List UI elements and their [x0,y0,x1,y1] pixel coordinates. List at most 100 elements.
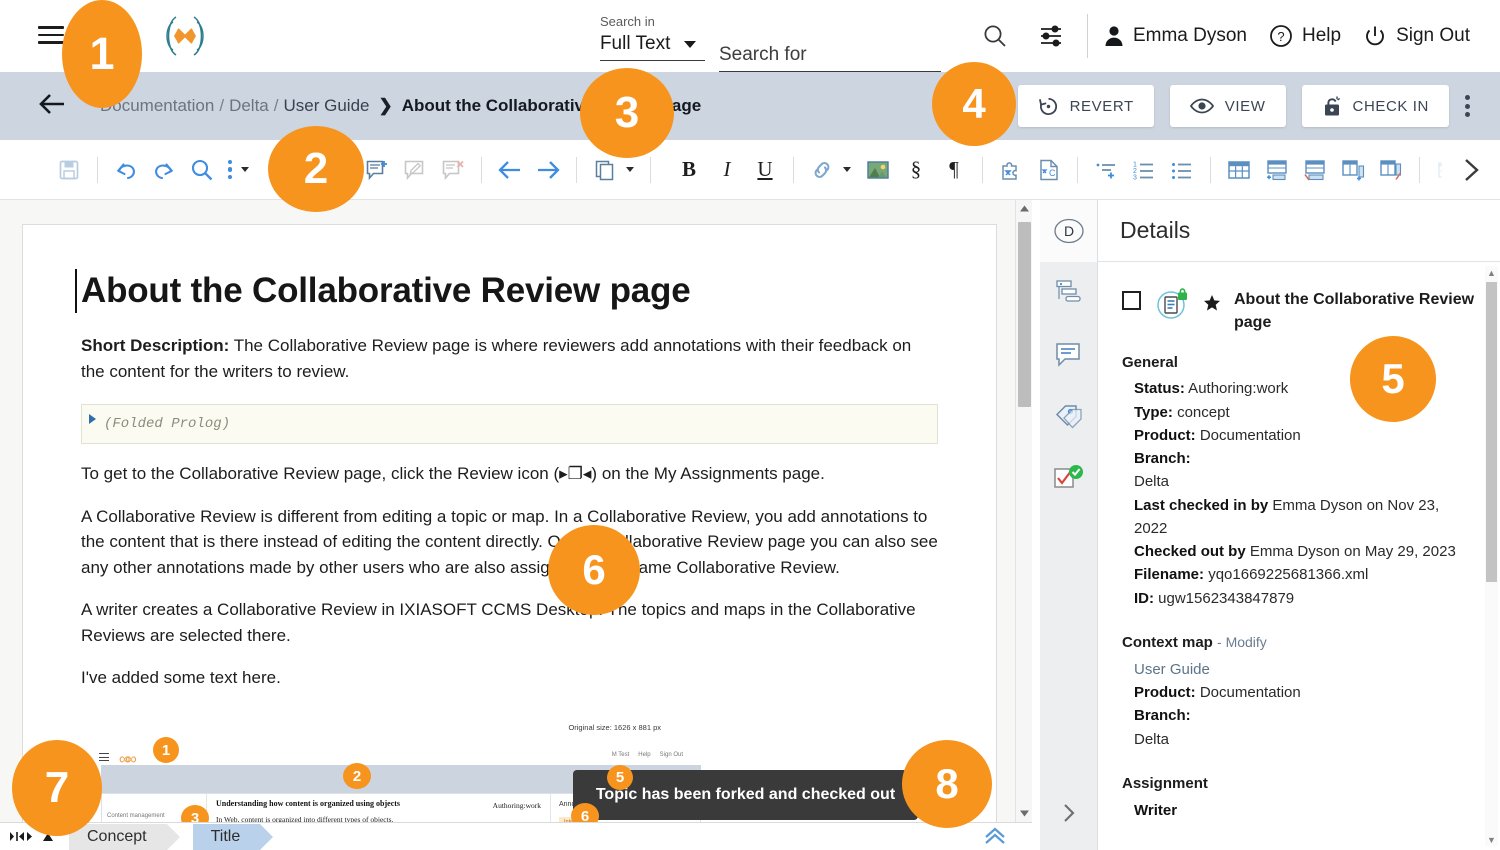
svg-text:?: ? [1277,29,1284,44]
details-id-value: ugw1562343847879 [1154,589,1295,607]
context-map-product-label: Product: [1134,684,1196,702]
insert-table-icon[interactable] [1220,151,1258,189]
search-input[interactable] [718,44,941,72]
document-page[interactable]: About the Collaborative Review page Shor… [22,224,997,822]
insert-image-icon[interactable] [859,151,897,189]
rail-item-outline[interactable] [1040,262,1097,324]
more-options-icon[interactable] [221,151,239,189]
details-panel: Details About the Collaborative Review p… [1098,200,1500,850]
view-button[interactable]: VIEW [1169,85,1286,127]
rail-item-tasks[interactable] [1040,448,1097,510]
definition-list-icon[interactable] [1087,151,1125,189]
details-scroll-down-icon[interactable]: ▼ [1485,833,1498,846]
chevron-right-icon: ❯ [378,96,393,115]
eye-icon [1189,98,1214,114]
rail-expand-button[interactable] [1040,802,1098,824]
undo-icon[interactable] [107,151,145,189]
double-chevron-up-icon[interactable] [982,826,1008,850]
link-dropdown-icon[interactable] [843,167,851,172]
editor-scroll-thumb[interactable] [1018,222,1031,407]
element-nav-icon[interactable] [8,829,34,845]
callout-badge-1: 1 [62,0,142,108]
underline-icon[interactable]: U [746,151,784,189]
details-field-id: ID: ugw1562343847879 [1134,587,1476,610]
next-icon[interactable] [529,151,567,189]
details-scroll-up-icon[interactable]: ▲ [1485,266,1498,279]
toolbar-expand-button[interactable] [1442,140,1500,199]
kebab-menu-icon[interactable] [1465,95,1470,117]
embedded-doc-heading: Understanding how content is organized u… [216,799,401,808]
help-button[interactable]: ? Help [1269,24,1341,48]
rail-item-comments[interactable] [1040,324,1097,386]
context-map-modify-link[interactable]: - Modify [1217,634,1267,650]
ixiasoft-logo-icon[interactable] [162,13,208,59]
details-field-last-checked-in: Last checked in by Emma Dyson on Nov 23,… [1134,494,1476,541]
insert-element-icon[interactable] [992,151,1030,189]
details-field-product-label: Product: [1134,426,1196,444]
filter-settings-icon[interactable] [1031,16,1071,56]
document-paragraph-4: I've added some text here. [81,668,281,688]
conref-icon[interactable]: C [1030,151,1068,189]
details-field-branch: Branch: [1134,447,1476,470]
scroll-up-arrow-icon[interactable] [1016,200,1032,217]
editor-scrollbar[interactable] [1015,200,1032,822]
checkbox-unchecked-icon[interactable] [1122,291,1141,310]
save-icon[interactable] [50,151,88,189]
breadcrumb-item-user-guide[interactable]: User Guide [284,96,370,116]
details-id-label: ID: [1134,589,1154,607]
delete-table-column-icon[interactable] [1372,151,1410,189]
check-in-button[interactable]: CHECK IN [1301,85,1449,127]
breadcrumb-item-delta[interactable]: Delta [229,96,269,116]
unordered-list-icon[interactable] [1163,151,1201,189]
folded-prolog[interactable]: (Folded Prolog) [81,404,938,445]
locked-topic-icon [1157,288,1187,319]
details-scrollbar[interactable]: ▲ ▼ [1485,266,1498,846]
delete-table-row-icon[interactable] [1296,151,1334,189]
sign-out-button[interactable]: Sign Out [1363,24,1470,48]
find-replace-icon[interactable] [183,151,221,189]
context-map-name[interactable]: User Guide [1134,658,1476,681]
details-field-branch-label: Branch: [1134,450,1191,468]
editor-canvas: About the Collaborative Review page Shor… [0,200,1032,822]
details-scroll-thumb[interactable] [1486,282,1497,582]
search-in-select[interactable]: Full Text [599,33,705,61]
paragraph-icon[interactable]: ¶ [935,151,973,189]
previous-icon[interactable] [491,151,529,189]
callout-badge-4: 4 [932,62,1016,146]
italic-icon[interactable]: I [708,151,746,189]
search-icon[interactable] [975,16,1015,56]
section-icon[interactable]: § [897,151,935,189]
rail-item-details[interactable]: D [1040,200,1097,262]
embedded-top-right: M Test Help Sign Out [612,752,683,758]
rail-item-tags[interactable] [1040,386,1097,448]
details-topic-row: About the Collaborative Review page [1122,288,1476,334]
details-field-product-value: Documentation [1195,426,1301,444]
details-last-checked-in-label: Last checked in by [1134,496,1269,514]
status-path-title[interactable]: Title [192,823,273,850]
document-content[interactable]: About the Collaborative Review page Shor… [23,225,996,691]
breadcrumb-bar: Documentation / Delta / User Guide ❯ Abo… [0,72,1500,140]
delete-comment-icon [434,151,472,189]
details-filename-value: yqo1669225681366.xml [1204,566,1369,584]
scroll-down-arrow-icon[interactable] [1016,805,1032,822]
svg-text:C: C [1049,168,1056,178]
redo-icon[interactable] [145,151,183,189]
more-options-dropdown-icon[interactable] [241,167,249,172]
link-icon[interactable] [803,151,841,189]
breadcrumb-separator: / [273,96,279,115]
copy-dropdown-icon[interactable] [626,167,634,172]
ordered-list-icon[interactable]: 123 [1125,151,1163,189]
power-icon [1366,26,1385,46]
context-map-heading: Context map [1122,633,1213,651]
add-table-column-icon[interactable] [1334,151,1372,189]
user-name: Emma Dyson [1132,25,1247,46]
bold-icon[interactable]: B [670,151,708,189]
hamburger-icon[interactable] [38,26,64,46]
back-arrow-icon[interactable] [38,93,66,120]
status-path-concept[interactable]: Concept [69,823,180,850]
user-menu[interactable]: Emma Dyson [1104,25,1247,47]
details-title: Details [1120,217,1191,243]
add-table-row-icon[interactable] [1258,151,1296,189]
revert-button[interactable]: REVERT [1017,85,1154,127]
details-section-context-map: Context map - Modify [1122,634,1476,651]
